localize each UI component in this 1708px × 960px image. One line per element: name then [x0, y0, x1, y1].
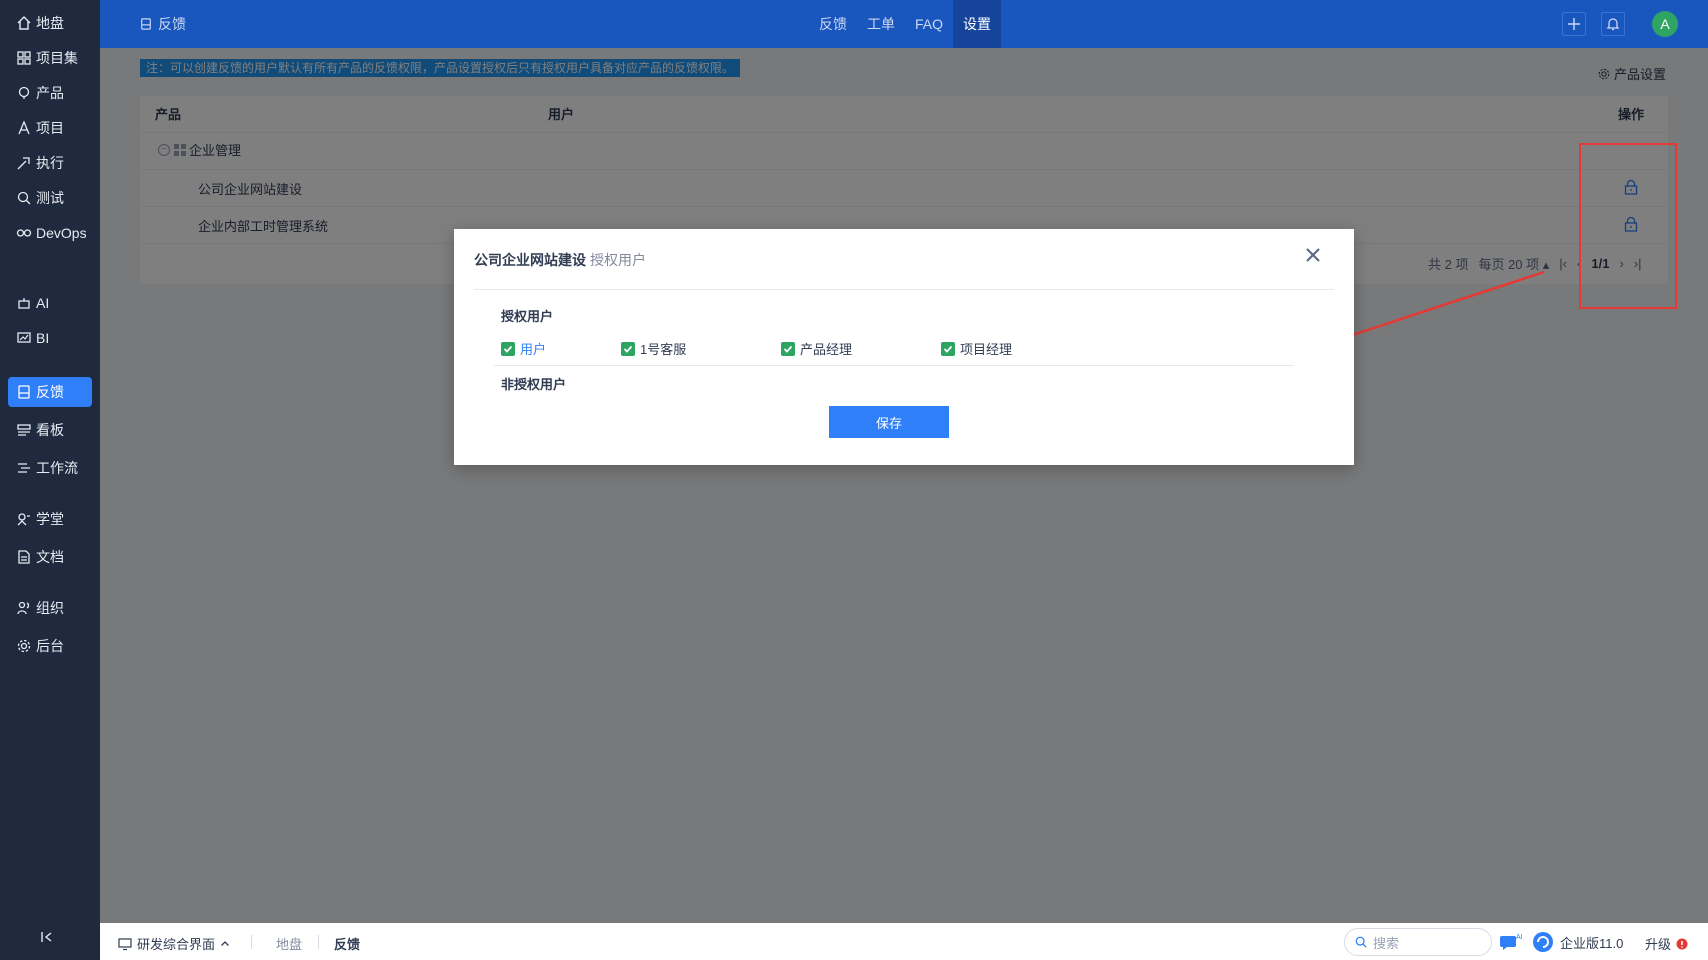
checkmark-icon: [781, 341, 795, 356]
divider: [474, 289, 1334, 290]
dialog-subtitle: 授权用户: [590, 252, 646, 268]
upgrade-button[interactable]: 升级: [1645, 934, 1688, 953]
checkbox-label: 产品经理: [800, 342, 853, 357]
checkbox-product-manager[interactable]: 产品经理: [781, 339, 852, 358]
logo-icon: [1533, 932, 1553, 952]
authorize-users-dialog: 公司企业网站建设 授权用户 授权用户 用户 1号客服 产品经理 项目经理 非授权用…: [454, 229, 1354, 465]
dialog-title: 公司企业网站建设 授权用户: [474, 250, 646, 270]
bottom-bar: 研发综合界面 地盘 反馈 搜索 AI 企业版11.0 升级: [100, 923, 1708, 960]
checkmark-icon: [941, 341, 955, 356]
checkbox-support-1[interactable]: 1号客服: [621, 339, 686, 358]
unauthorized-users-label: 非授权用户: [501, 377, 567, 392]
ai-chat-icon[interactable]: AI: [1499, 932, 1523, 952]
checkbox-label: 项目经理: [960, 342, 1013, 357]
edition-label: 企业版11.0: [1560, 935, 1624, 951]
search-placeholder: 搜索: [1373, 935, 1400, 951]
checkmark-icon: [501, 341, 515, 356]
upgrade-alert-icon: [1676, 938, 1688, 949]
checkmark-icon: [621, 341, 635, 356]
divider: [318, 935, 319, 949]
search-icon: [1355, 936, 1367, 948]
edition-info[interactable]: 企业版11.0: [1532, 931, 1623, 953]
checkbox-label: 1号客服: [640, 342, 687, 357]
breadcrumb-feedback[interactable]: 反馈: [334, 934, 360, 953]
search-input[interactable]: 搜索: [1344, 928, 1492, 956]
divider: [251, 935, 252, 949]
annotation-arrow: [1307, 270, 1545, 353]
authorized-users-label: 授权用户: [501, 309, 554, 324]
close-icon[interactable]: [1303, 245, 1323, 265]
checkbox-project-manager[interactable]: 项目经理: [941, 339, 1012, 358]
svg-text:AI: AI: [1516, 934, 1523, 941]
checkbox-label: 用户: [520, 342, 547, 357]
checkbox-user[interactable]: 用户: [501, 339, 546, 358]
workspace-switcher[interactable]: 研发综合界面: [118, 934, 230, 953]
breadcrumb-home[interactable]: 地盘: [276, 934, 302, 953]
monitor-icon: [118, 937, 132, 950]
chevron-up-icon: [221, 940, 229, 946]
upgrade-label: 升级: [1645, 937, 1672, 952]
dialog-title-text: 公司企业网站建设: [474, 252, 586, 268]
save-button[interactable]: 保存: [829, 406, 949, 438]
workspace-label: 研发综合界面: [137, 937, 216, 952]
divider: [494, 365, 1294, 366]
